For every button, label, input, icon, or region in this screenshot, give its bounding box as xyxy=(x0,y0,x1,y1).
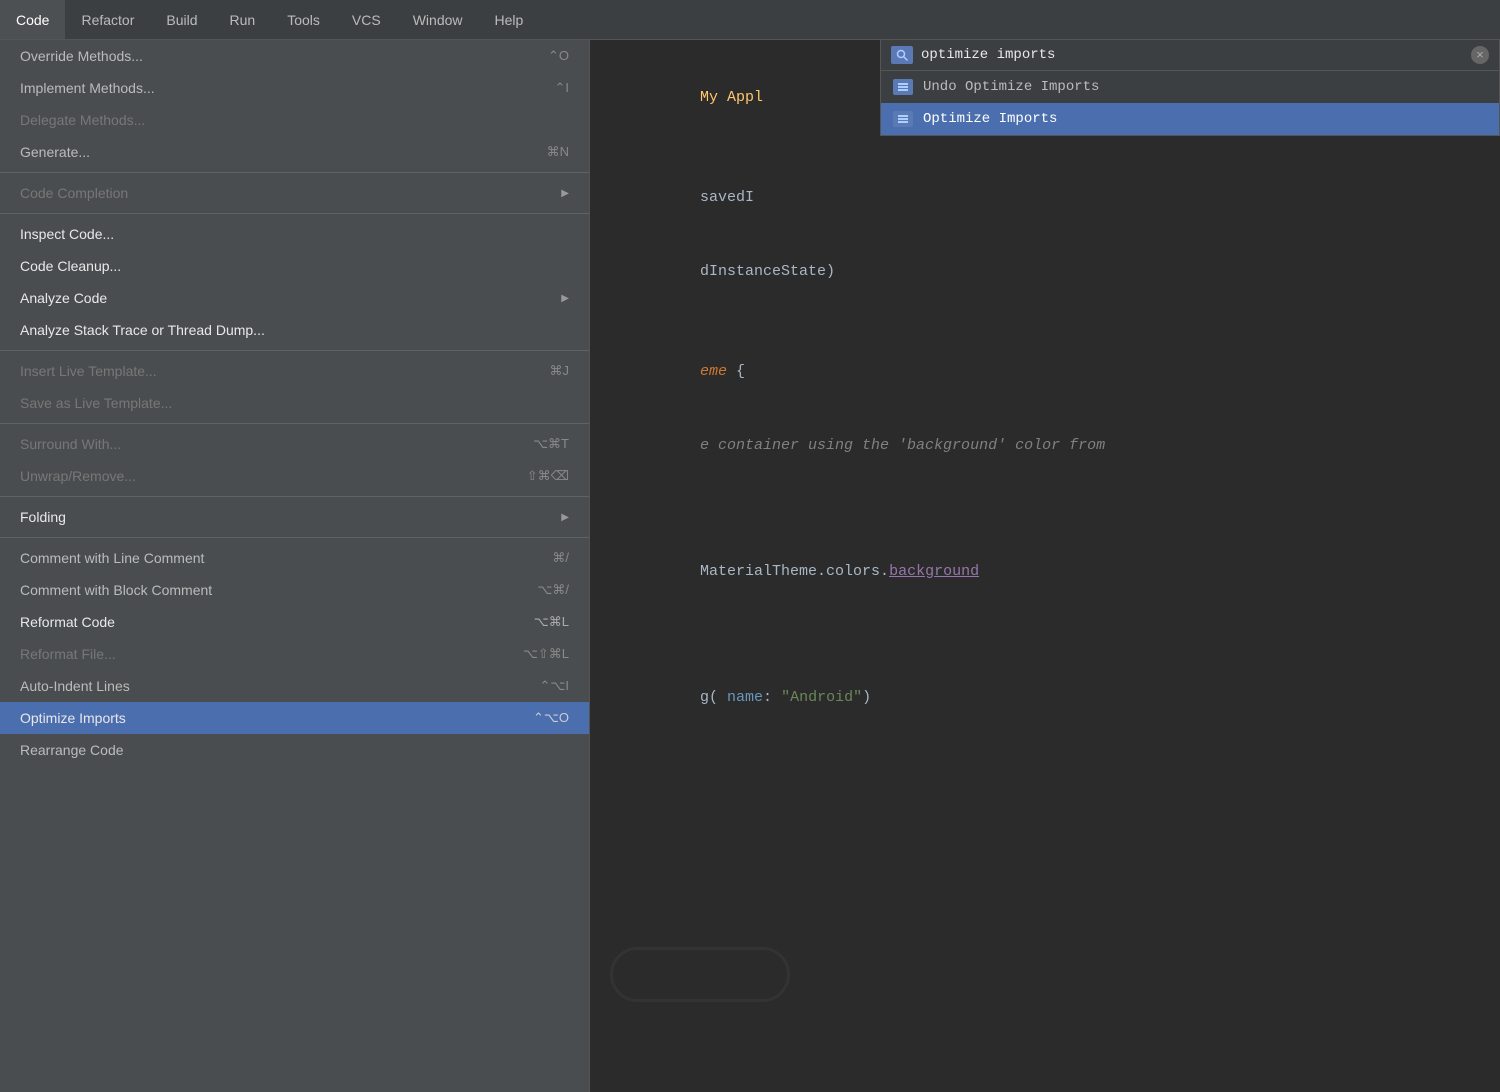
result-icon-1 xyxy=(893,79,913,95)
menu-generate[interactable]: Generate... ⌘N xyxy=(0,136,589,168)
menu-item-refactor[interactable]: Refactor xyxy=(65,0,150,39)
menu-override-methods[interactable]: Override Methods... ⌃O xyxy=(0,40,589,72)
menu-code-cleanup[interactable]: Code Cleanup... xyxy=(0,250,589,282)
arrow-icon-folding: ▶ xyxy=(561,512,569,523)
code-line: dInstanceState) xyxy=(610,236,1480,308)
bubble-annotation xyxy=(610,947,790,1002)
separator-3 xyxy=(0,350,589,351)
menu-item-code[interactable]: Code xyxy=(0,0,65,39)
code-line xyxy=(610,484,1480,508)
menu-rearrange-code[interactable]: Rearrange Code xyxy=(0,734,589,766)
code-line: savedI xyxy=(610,162,1480,234)
menu-item-build[interactable]: Build xyxy=(150,0,213,39)
search-result-undo-optimize[interactable]: Undo Optimize Imports xyxy=(881,71,1499,103)
menu-item-run[interactable]: Run xyxy=(214,0,272,39)
menu-surround-with[interactable]: Surround With... ⌥⌘T xyxy=(0,428,589,460)
code-line xyxy=(610,610,1480,634)
separator-1 xyxy=(0,172,589,173)
separator-2 xyxy=(0,213,589,214)
code-line xyxy=(610,510,1480,534)
search-icon xyxy=(891,46,913,64)
code-line xyxy=(610,136,1480,160)
code-line: MaterialTheme.colors.background xyxy=(610,536,1480,608)
code-dropdown-menu: Override Methods... ⌃O Implement Methods… xyxy=(0,40,590,1092)
code-line xyxy=(610,310,1480,334)
menu-block-comment[interactable]: Comment with Block Comment ⌥⌘/ xyxy=(0,574,589,606)
menu-unwrap-remove[interactable]: Unwrap/Remove... ⇧⌘⌫ xyxy=(0,460,589,492)
menu-implement-methods[interactable]: Implement Methods... ⌃I xyxy=(0,72,589,104)
result-icon-2 xyxy=(893,111,913,127)
menu-line-comment[interactable]: Comment with Line Comment ⌘/ xyxy=(0,542,589,574)
menu-inspect-code[interactable]: Inspect Code... xyxy=(0,218,589,250)
menu-save-live-template[interactable]: Save as Live Template... xyxy=(0,387,589,419)
menu-code-completion[interactable]: Code Completion ▶ xyxy=(0,177,589,209)
menu-item-tools[interactable]: Tools xyxy=(271,0,336,39)
menu-analyze-stack-trace[interactable]: Analyze Stack Trace or Thread Dump... xyxy=(0,314,589,346)
arrow-icon: ▶ xyxy=(561,188,569,199)
menu-bar: Code Refactor Build Run Tools VCS Window… xyxy=(0,0,1500,40)
code-line: eme { xyxy=(610,336,1480,408)
menu-item-window[interactable]: Window xyxy=(397,0,479,39)
menu-optimize-imports[interactable]: Optimize Imports ⌃⌥O xyxy=(0,702,589,734)
editor-area: × Undo Optimize Imports Optimize Imports… xyxy=(590,40,1500,1092)
menu-delegate-methods[interactable]: Delegate Methods... xyxy=(0,104,589,136)
code-line xyxy=(610,636,1480,660)
menu-item-vcs[interactable]: VCS xyxy=(336,0,397,39)
search-bar: × xyxy=(881,40,1499,71)
menu-auto-indent[interactable]: Auto-Indent Lines ⌃⌥I xyxy=(0,670,589,702)
search-input[interactable] xyxy=(921,47,1471,63)
separator-4 xyxy=(0,423,589,424)
search-popup: × Undo Optimize Imports Optimize Imports xyxy=(880,40,1500,136)
separator-5 xyxy=(0,496,589,497)
separator-6 xyxy=(0,537,589,538)
menu-analyze-code[interactable]: Analyze Code ▶ xyxy=(0,282,589,314)
close-icon[interactable]: × xyxy=(1471,46,1489,64)
search-result-optimize[interactable]: Optimize Imports xyxy=(881,103,1499,135)
menu-folding[interactable]: Folding ▶ xyxy=(0,501,589,533)
code-line: g( name: "Android") xyxy=(610,662,1480,734)
menu-insert-live-template[interactable]: Insert Live Template... ⌘J xyxy=(0,355,589,387)
code-display: My Appl savedI dInstanceState) eme { e c… xyxy=(590,40,1500,756)
arrow-icon-analyze: ▶ xyxy=(561,293,569,304)
menu-reformat-file[interactable]: Reformat File... ⌥⇧⌘L xyxy=(0,638,589,670)
main-container: Override Methods... ⌃O Implement Methods… xyxy=(0,40,1500,1092)
menu-reformat-code[interactable]: Reformat Code ⌥⌘L xyxy=(0,606,589,638)
menu-item-help[interactable]: Help xyxy=(479,0,540,39)
code-line: e container using the 'background' color… xyxy=(610,410,1480,482)
